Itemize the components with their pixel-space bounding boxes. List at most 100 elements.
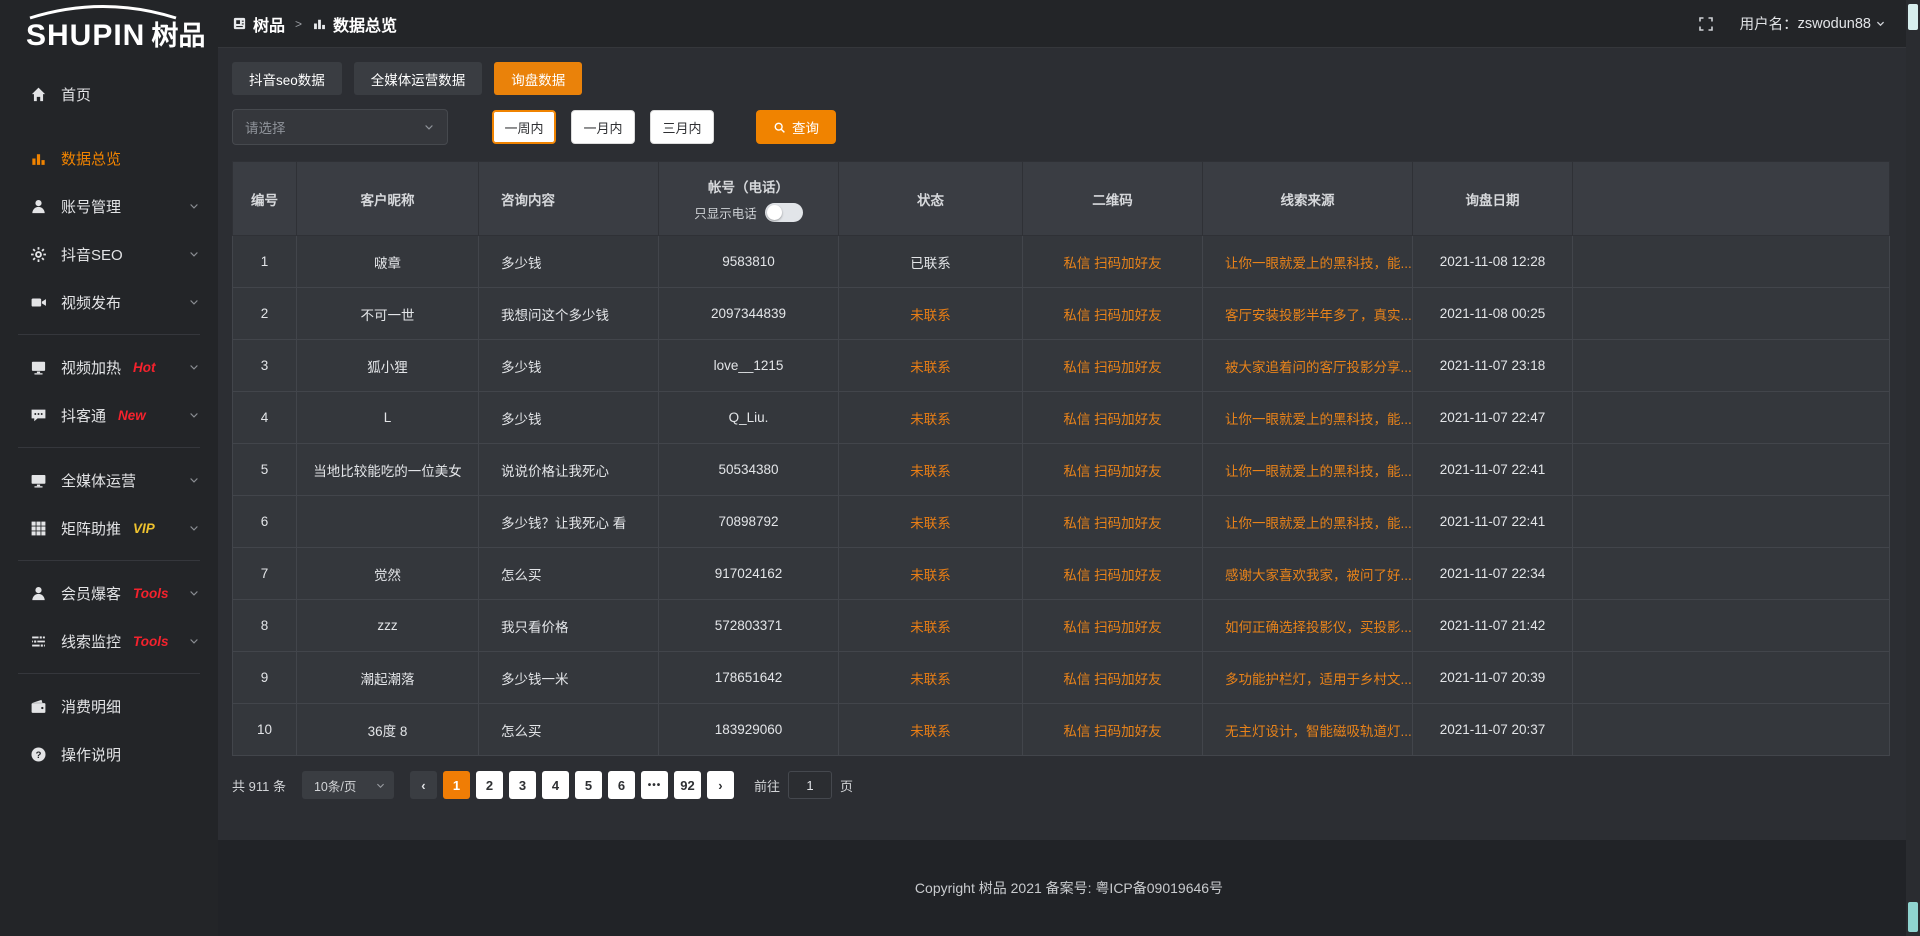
page-button-6[interactable]: 6 (608, 771, 635, 799)
qr-link-scan-add[interactable]: 扫码加好友 (1094, 568, 1162, 583)
sidebar-item-douketong[interactable]: 抖客通New (0, 391, 218, 439)
breadcrumb-root[interactable]: 树品 (253, 12, 285, 36)
cell-source[interactable]: 客厅安装投影半年多了，真实... (1203, 288, 1413, 340)
filter-select[interactable]: 请选择 (232, 109, 448, 145)
qr-link-private-msg[interactable]: 私信 (1063, 256, 1090, 271)
page-size-select[interactable]: 10条/页 (302, 771, 394, 799)
cell-source[interactable]: 无主灯设计，智能磁吸轨道灯... (1203, 704, 1413, 756)
cell-empty (1573, 288, 1890, 340)
question-icon: ? (30, 746, 47, 763)
page-button-1[interactable]: 1 (443, 771, 470, 799)
fullscreen-icon[interactable] (1698, 16, 1714, 32)
cell-source[interactable]: 被大家追着问的客厅投影分享... (1203, 340, 1413, 392)
qr-link-private-msg[interactable]: 私信 (1063, 464, 1090, 479)
tab-询盘数据[interactable]: 询盘数据 (494, 62, 582, 95)
goto-label: 前往 (754, 776, 780, 795)
qr-link-scan-add[interactable]: 扫码加好友 (1094, 672, 1162, 687)
next-page-button[interactable]: › (707, 771, 734, 799)
username-value[interactable]: zswodun88 (1798, 16, 1871, 32)
qr-link-private-msg[interactable]: 私信 (1063, 516, 1090, 531)
prev-page-button[interactable]: ‹ (410, 771, 437, 799)
cell-source[interactable]: 让你一眼就爱上的黑科技，能... (1203, 236, 1413, 288)
sidebar-item-instructions[interactable]: ?操作说明 (0, 730, 218, 778)
cell-status: 已联系 (839, 236, 1023, 288)
sidebar-item-data-overview[interactable]: 数据总览 (0, 134, 218, 182)
qr-link-scan-add[interactable]: 扫码加好友 (1094, 516, 1162, 531)
phone-only-toggle[interactable] (765, 203, 803, 222)
chevron-down-icon[interactable] (1875, 18, 1886, 29)
qr-link-scan-add[interactable]: 扫码加好友 (1094, 308, 1162, 323)
table-row: 3狐小狸多少钱love__1215未联系私信 扫码加好友被大家追着问的客厅投影分… (233, 340, 1890, 392)
qr-link-scan-add[interactable]: 扫码加好友 (1094, 620, 1162, 635)
cell-no: 9 (233, 652, 297, 704)
qr-link-private-msg[interactable]: 私信 (1063, 412, 1090, 427)
search-button[interactable]: 查询 (756, 110, 836, 144)
cell-source[interactable]: 让你一眼就爱上的黑科技，能... (1203, 444, 1413, 496)
page-scrollbar[interactable] (1906, 0, 1920, 936)
page-button-92[interactable]: 92 (674, 771, 701, 799)
user-area: 用户名： zswodun88 (1698, 13, 1886, 34)
qr-link-private-msg[interactable]: 私信 (1063, 568, 1090, 583)
cell-account: 2097344839 (659, 288, 839, 340)
table-row: 9潮起潮落多少钱一米178651642未联系私信 扫码加好友多功能护栏灯，适用于… (233, 652, 1890, 704)
sidebar-item-media-ops[interactable]: 全媒体运营 (0, 456, 218, 504)
qr-link-private-msg[interactable]: 私信 (1063, 308, 1090, 323)
qr-link-scan-add[interactable]: 扫码加好友 (1094, 256, 1162, 271)
page-button-3[interactable]: 3 (509, 771, 536, 799)
sidebar-item-home[interactable]: 首页 (0, 70, 218, 118)
search-button-label: 查询 (792, 117, 819, 137)
breadcrumb: 树品 > 数据总览 (232, 12, 397, 36)
cell-source[interactable]: 感谢大家喜欢我家，被问了好... (1203, 548, 1413, 600)
cell-content: 我想问这个多少钱 (479, 288, 659, 340)
logo-text-en: SHUPIN (26, 19, 145, 52)
screen-icon (30, 359, 47, 376)
cell-date: 2021-11-07 21:42 (1413, 600, 1573, 652)
chevron-down-icon (188, 587, 200, 599)
table-row: 5当地比较能吃的一位美女说说价格让我死心50534380未联系私信 扫码加好友让… (233, 444, 1890, 496)
sidebar-item-lead-monitor[interactable]: 线索监控Tools (0, 617, 218, 665)
page-more-button[interactable]: ••• (641, 771, 668, 799)
qr-link-private-msg[interactable]: 私信 (1063, 360, 1090, 375)
sidebar-item-member-leads[interactable]: 会员爆客Tools (0, 569, 218, 617)
sidebar-item-douyin-seo[interactable]: 抖音SEO (0, 230, 218, 278)
qr-link-scan-add[interactable]: 扫码加好友 (1094, 464, 1162, 479)
sidebar-item-account-mgmt[interactable]: 账号管理 (0, 182, 218, 230)
page-button-4[interactable]: 4 (542, 771, 569, 799)
page-button-5[interactable]: 5 (575, 771, 602, 799)
qr-link-private-msg[interactable]: 私信 (1063, 724, 1090, 739)
range-button-一月内[interactable]: 一月内 (571, 110, 635, 144)
cell-qrcode: 私信 扫码加好友 (1023, 704, 1203, 756)
cell-qrcode: 私信 扫码加好友 (1023, 392, 1203, 444)
qr-link-scan-add[interactable]: 扫码加好友 (1094, 412, 1162, 427)
sidebar-item-video-publish[interactable]: 视频发布 (0, 278, 218, 326)
cell-account: 50534380 (659, 444, 839, 496)
tab-抖音seo数据[interactable]: 抖音seo数据 (232, 62, 342, 95)
cell-source[interactable]: 多功能护栏灯，适用于乡村文... (1203, 652, 1413, 704)
sidebar-divider (18, 447, 200, 448)
date-range-group: 一周内一月内三月内 (492, 110, 714, 144)
qr-link-private-msg[interactable]: 私信 (1063, 672, 1090, 687)
cell-source[interactable]: 如何正确选择投影仪，买投影... (1203, 600, 1413, 652)
range-button-三月内[interactable]: 三月内 (650, 110, 714, 144)
person-icon (30, 585, 47, 602)
cell-nickname: 当地比较能吃的一位美女 (297, 444, 479, 496)
cell-source[interactable]: 让你一眼就爱上的黑科技，能... (1203, 496, 1413, 548)
cell-content: 多少钱？让我死心 看 (479, 496, 659, 548)
qr-link-private-msg[interactable]: 私信 (1063, 620, 1090, 635)
qr-link-scan-add[interactable]: 扫码加好友 (1094, 724, 1162, 739)
scrollbar-thumb-top[interactable] (1908, 4, 1918, 30)
qr-link-scan-add[interactable]: 扫码加好友 (1094, 360, 1162, 375)
cell-nickname: 狐小狸 (297, 340, 479, 392)
cell-qrcode: 私信 扫码加好友 (1023, 340, 1203, 392)
goto-page-input[interactable] (788, 771, 832, 799)
cell-content: 怎么买 (479, 704, 659, 756)
page-button-2[interactable]: 2 (476, 771, 503, 799)
scrollbar-thumb-bottom[interactable] (1908, 902, 1918, 932)
tab-全媒体运营数据[interactable]: 全媒体运营数据 (354, 62, 483, 95)
sidebar-item-matrix-boost[interactable]: 矩阵助推VIP (0, 504, 218, 552)
sidebar-item-expense-detail[interactable]: 消费明细 (0, 682, 218, 730)
range-button-一周内[interactable]: 一周内 (492, 110, 556, 144)
cell-source[interactable]: 让你一眼就爱上的黑科技，能... (1203, 392, 1413, 444)
sidebar-item-video-heat[interactable]: 视频加热Hot (0, 343, 218, 391)
col-header-nickname: 客户昵称 (297, 162, 479, 236)
